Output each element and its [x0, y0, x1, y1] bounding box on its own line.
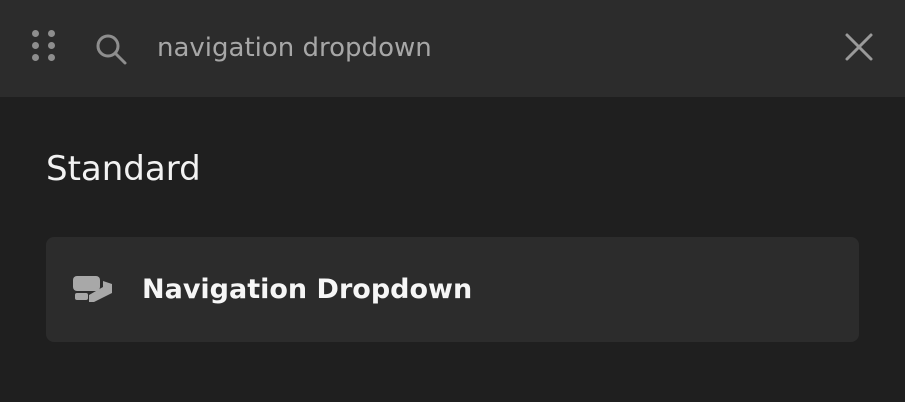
close-icon[interactable] [844, 32, 874, 62]
search-input[interactable] [157, 28, 797, 68]
search-icon [96, 34, 127, 65]
navigation-dropdown-icon [73, 276, 112, 302]
drag-handle-icon[interactable] [32, 30, 60, 64]
section-title: Standard [46, 149, 201, 189]
result-label: Navigation Dropdown [142, 274, 473, 305]
result-item-navigation-dropdown[interactable]: Navigation Dropdown [46, 237, 859, 342]
search-bar [0, 0, 905, 97]
